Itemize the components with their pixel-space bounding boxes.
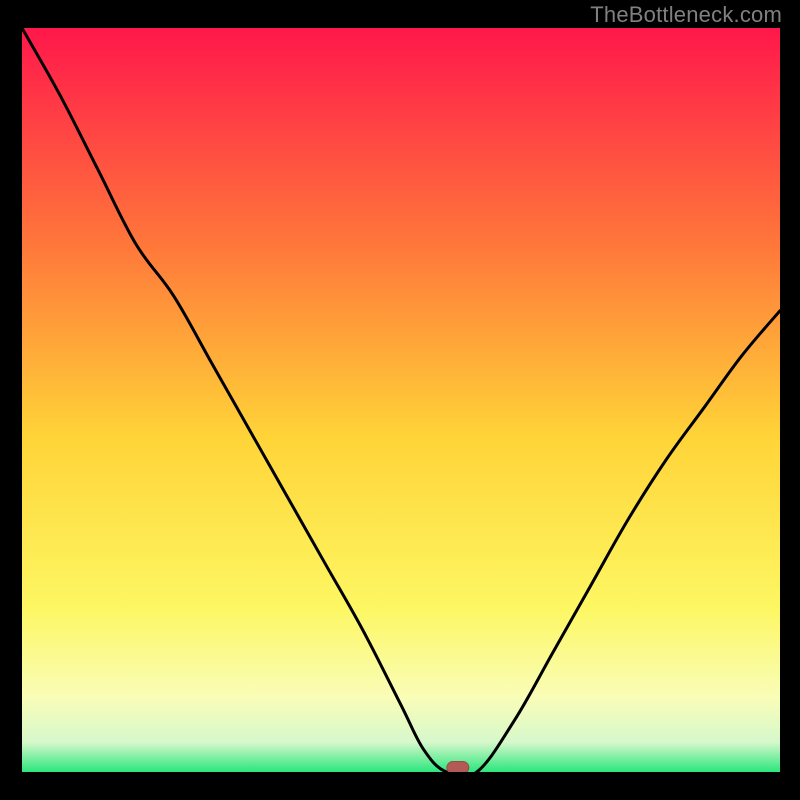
optimal-marker [447, 762, 469, 772]
chart-container: TheBottleneck.com [0, 0, 800, 800]
chart-svg [22, 28, 780, 772]
bottleneck-chart [22, 28, 780, 772]
attribution-text: TheBottleneck.com [590, 2, 782, 28]
gradient-background [22, 28, 780, 772]
